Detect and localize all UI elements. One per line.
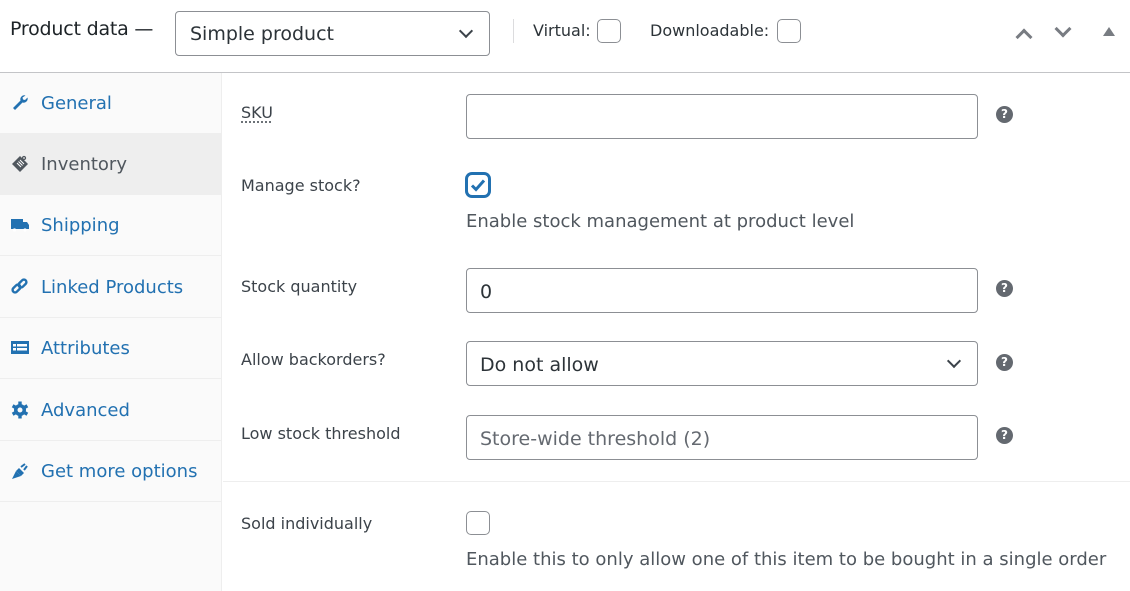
- tab-label: Get more options: [41, 461, 198, 482]
- sku-label: SKU: [241, 103, 273, 122]
- sold-individually-description: Enable this to only allow one of this it…: [466, 549, 1107, 570]
- backorders-select[interactable]: Do not allow: [466, 341, 978, 386]
- stock-quantity-value: 0: [480, 281, 493, 303]
- chevron-up-icon: [1015, 28, 1033, 46]
- downloadable-label: Downloadable:: [650, 21, 770, 40]
- checkmark-icon: [470, 179, 486, 192]
- tab-label: Inventory: [41, 154, 127, 175]
- tab-get-more-options[interactable]: Get more options: [0, 441, 221, 502]
- manage-stock-checkbox[interactable]: [466, 173, 490, 197]
- help-icon[interactable]: ?: [996, 354, 1013, 371]
- plug-icon: [12, 463, 28, 479]
- low-stock-input[interactable]: Store-wide threshold (2): [466, 415, 978, 460]
- manage-stock-label: Manage stock?: [241, 176, 361, 195]
- product-type-select[interactable]: Simple product: [175, 11, 490, 56]
- sold-individually-label: Sold individually: [241, 514, 373, 533]
- tab-general[interactable]: General: [0, 73, 221, 134]
- chevron-down-icon: [946, 353, 962, 369]
- virtual-checkbox[interactable]: [597, 19, 621, 43]
- tab-label: Advanced: [41, 400, 130, 421]
- truck-icon: [11, 219, 29, 232]
- product-data-tabs: General Inventory Shipping Linked Produc…: [0, 73, 222, 591]
- backorders-value: Do not allow: [480, 354, 599, 376]
- section-divider: [223, 481, 1130, 482]
- help-icon[interactable]: ?: [996, 106, 1013, 123]
- chevron-down-icon: [1054, 20, 1072, 38]
- tab-advanced[interactable]: Advanced: [0, 380, 221, 441]
- backorders-label: Allow backorders?: [241, 350, 386, 369]
- low-stock-placeholder: Store-wide threshold (2): [480, 428, 711, 450]
- tab-label: General: [41, 93, 112, 114]
- tab-label: Attributes: [41, 338, 130, 359]
- gear-icon: [11, 401, 29, 419]
- low-stock-label: Low stock threshold: [241, 424, 401, 443]
- tab-linked-products[interactable]: Linked Products: [0, 257, 221, 318]
- sku-input[interactable]: [466, 94, 978, 139]
- sold-individually-checkbox[interactable]: [466, 511, 490, 535]
- clipboard-tag-icon: [12, 155, 28, 172]
- tab-shipping[interactable]: Shipping: [0, 195, 221, 256]
- chevron-down-icon: [458, 23, 474, 39]
- product-data-header: Product data — Simple product Virtual: D…: [0, 0, 1130, 73]
- virtual-label: Virtual:: [533, 21, 591, 40]
- tab-label: Linked Products: [41, 277, 184, 298]
- help-icon[interactable]: ?: [996, 280, 1013, 297]
- wrench-icon: [13, 95, 28, 110]
- header-divider: [513, 19, 514, 43]
- move-down-button[interactable]: [1052, 20, 1074, 44]
- downloadable-checkbox[interactable]: [777, 19, 801, 43]
- help-icon[interactable]: ?: [996, 427, 1013, 444]
- tab-label: Shipping: [41, 215, 120, 236]
- panel-title: Product data —: [10, 18, 154, 40]
- toggle-panel-button[interactable]: [1103, 27, 1115, 36]
- move-up-button[interactable]: [1013, 22, 1035, 46]
- inventory-panel: SKU ? Manage stock? Enable stock managem…: [223, 73, 1130, 591]
- list-table-icon: [11, 341, 29, 354]
- stock-quantity-input[interactable]: 0: [466, 268, 978, 313]
- tab-attributes[interactable]: Attributes: [0, 318, 221, 379]
- stock-quantity-label: Stock quantity: [241, 277, 358, 296]
- product-type-value: Simple product: [190, 23, 334, 45]
- manage-stock-description: Enable stock management at product level: [466, 211, 855, 232]
- tab-inventory[interactable]: Inventory: [0, 134, 221, 195]
- link-icon: [11, 278, 28, 294]
